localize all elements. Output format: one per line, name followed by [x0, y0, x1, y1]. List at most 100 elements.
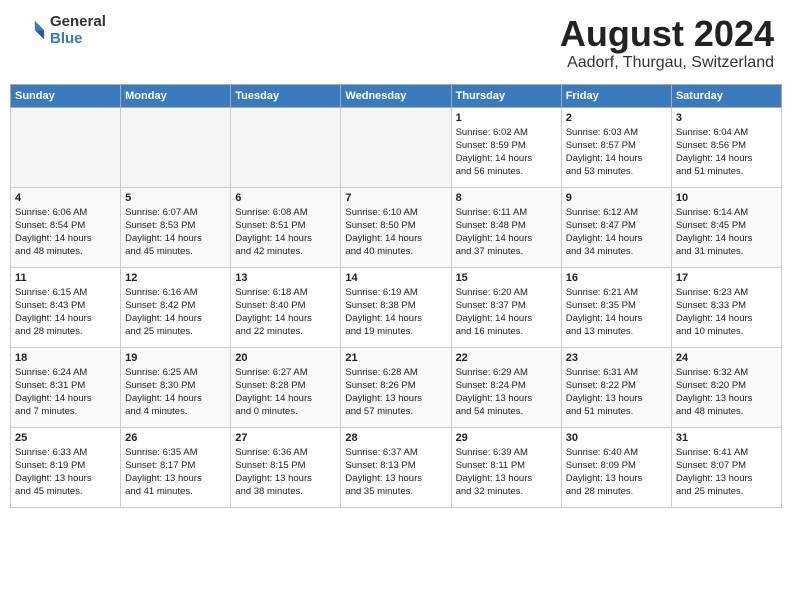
day-info: Sunrise: 6:16 AM Sunset: 8:42 PM Dayligh… — [125, 286, 226, 339]
day-header-monday: Monday — [121, 84, 231, 107]
calendar-cell: 22 Sunrise: 6:29 AM Sunset: 8:24 PM Dayli… — [451, 347, 561, 427]
day-number: 26 — [125, 432, 226, 444]
day-info: Sunrise: 6:23 AM Sunset: 8:33 PM Dayligh… — [676, 286, 777, 339]
day-number: 15 — [456, 272, 557, 284]
calendar-cell: 30 Sunrise: 6:40 AM Sunset: 8:09 PM Dayli… — [561, 427, 671, 507]
calendar-cell: 24Sunrise: 6:32 AM Sunset: 8:20 PM Dayli… — [671, 347, 781, 427]
calendar-cell — [121, 107, 231, 187]
day-info: Sunrise: 6:37 AM Sunset: 8:13 PM Dayligh… — [345, 446, 446, 499]
day-number: 5 — [125, 192, 226, 204]
calendar-cell: 25 Sunrise: 6:33 AM Sunset: 8:19 PM Dayli… — [11, 427, 121, 507]
day-info: Sunrise: 6:12 AM Sunset: 8:47 PM Dayligh… — [566, 206, 667, 259]
calendar-header-row: SundayMondayTuesdayWednesdayThursdayFrid… — [11, 84, 782, 107]
calendar-cell: 28 Sunrise: 6:37 AM Sunset: 8:13 PM Dayli… — [341, 427, 451, 507]
logo-icon — [18, 17, 46, 45]
day-number: 22 — [456, 352, 557, 364]
page-header: General Blue August 2024 Aadorf, Thurgau… — [10, 10, 782, 76]
day-header-thursday: Thursday — [451, 84, 561, 107]
day-number: 24 — [676, 352, 777, 364]
calendar-cell: 7 Sunrise: 6:10 AM Sunset: 8:50 PM Daylig… — [341, 187, 451, 267]
calendar-cell: 29 Sunrise: 6:39 AM Sunset: 8:11 PM Dayli… — [451, 427, 561, 507]
day-info: Sunrise: 6:06 AM Sunset: 8:54 PM Dayligh… — [15, 206, 116, 259]
day-info: Sunrise: 6:29 AM Sunset: 8:24 PM Dayligh… — [456, 366, 557, 419]
calendar-cell: 16 Sunrise: 6:21 AM Sunset: 8:35 PM Dayli… — [561, 267, 671, 347]
day-info: Sunrise: 6:18 AM Sunset: 8:40 PM Dayligh… — [235, 286, 336, 339]
day-info: Sunrise: 6:41 AM Sunset: 8:07 PM Dayligh… — [676, 446, 777, 499]
day-number: 10 — [676, 192, 777, 204]
day-number: 2 — [566, 112, 667, 124]
title-block: August 2024 Aadorf, Thurgau, Switzerland — [560, 14, 774, 72]
day-info: Sunrise: 6:20 AM Sunset: 8:37 PM Dayligh… — [456, 286, 557, 339]
logo-general-text: General — [50, 14, 106, 31]
day-info: Sunrise: 6:15 AM Sunset: 8:43 PM Dayligh… — [15, 286, 116, 339]
calendar-cell: 21Sunrise: 6:28 AM Sunset: 8:26 PM Dayli… — [341, 347, 451, 427]
day-number: 13 — [235, 272, 336, 284]
day-header-saturday: Saturday — [671, 84, 781, 107]
logo-blue-text: Blue — [50, 31, 106, 48]
day-info: Sunrise: 6:11 AM Sunset: 8:48 PM Dayligh… — [456, 206, 557, 259]
calendar-cell: 13 Sunrise: 6:18 AM Sunset: 8:40 PM Dayli… — [231, 267, 341, 347]
day-info: Sunrise: 6:07 AM Sunset: 8:53 PM Dayligh… — [125, 206, 226, 259]
day-number: 1 — [456, 112, 557, 124]
calendar-cell — [11, 107, 121, 187]
day-number: 14 — [345, 272, 446, 284]
calendar-cell: 26 Sunrise: 6:35 AM Sunset: 8:17 PM Dayli… — [121, 427, 231, 507]
day-header-friday: Friday — [561, 84, 671, 107]
day-info: Sunrise: 6:28 AM Sunset: 8:26 PM Dayligh… — [345, 366, 446, 419]
day-info: Sunrise: 6:35 AM Sunset: 8:17 PM Dayligh… — [125, 446, 226, 499]
calendar-cell: 23 Sunrise: 6:31 AM Sunset: 8:22 PM Dayli… — [561, 347, 671, 427]
day-number: 20 — [235, 352, 336, 364]
calendar-week-3: 11Sunrise: 6:15 AM Sunset: 8:43 PM Dayli… — [11, 267, 782, 347]
day-info: Sunrise: 6:10 AM Sunset: 8:50 PM Dayligh… — [345, 206, 446, 259]
calendar-week-5: 25 Sunrise: 6:33 AM Sunset: 8:19 PM Dayli… — [11, 427, 782, 507]
day-info: Sunrise: 6:39 AM Sunset: 8:11 PM Dayligh… — [456, 446, 557, 499]
day-number: 16 — [566, 272, 667, 284]
calendar-cell: 6 Sunrise: 6:08 AM Sunset: 8:51 PM Daylig… — [231, 187, 341, 267]
month-title: August 2024 — [560, 14, 774, 54]
day-info: Sunrise: 6:21 AM Sunset: 8:35 PM Dayligh… — [566, 286, 667, 339]
calendar-cell: 8 Sunrise: 6:11 AM Sunset: 8:48 PM Daylig… — [451, 187, 561, 267]
calendar-cell: 19Sunrise: 6:25 AM Sunset: 8:30 PM Dayli… — [121, 347, 231, 427]
day-info: Sunrise: 6:03 AM Sunset: 8:57 PM Dayligh… — [566, 126, 667, 179]
day-number: 25 — [15, 432, 116, 444]
calendar-cell: 9 Sunrise: 6:12 AM Sunset: 8:47 PM Daylig… — [561, 187, 671, 267]
day-info: Sunrise: 6:04 AM Sunset: 8:56 PM Dayligh… — [676, 126, 777, 179]
day-number: 12 — [125, 272, 226, 284]
calendar-cell — [231, 107, 341, 187]
day-info: Sunrise: 6:36 AM Sunset: 8:15 PM Dayligh… — [235, 446, 336, 499]
day-number: 6 — [235, 192, 336, 204]
calendar-cell: 4Sunrise: 6:06 AM Sunset: 8:54 PM Daylig… — [11, 187, 121, 267]
day-number: 7 — [345, 192, 446, 204]
day-number: 9 — [566, 192, 667, 204]
day-number: 18 — [15, 352, 116, 364]
calendar-week-4: 18Sunrise: 6:24 AM Sunset: 8:31 PM Dayli… — [11, 347, 782, 427]
calendar-cell: 17Sunrise: 6:23 AM Sunset: 8:33 PM Dayli… — [671, 267, 781, 347]
calendar-cell: 2 Sunrise: 6:03 AM Sunset: 8:57 PM Daylig… — [561, 107, 671, 187]
day-info: Sunrise: 6:27 AM Sunset: 8:28 PM Dayligh… — [235, 366, 336, 419]
day-info: Sunrise: 6:33 AM Sunset: 8:19 PM Dayligh… — [15, 446, 116, 499]
location-title: Aadorf, Thurgau, Switzerland — [560, 54, 774, 72]
day-number: 27 — [235, 432, 336, 444]
day-header-tuesday: Tuesday — [231, 84, 341, 107]
calendar-cell: 18Sunrise: 6:24 AM Sunset: 8:31 PM Dayli… — [11, 347, 121, 427]
day-number: 28 — [345, 432, 446, 444]
day-info: Sunrise: 6:40 AM Sunset: 8:09 PM Dayligh… — [566, 446, 667, 499]
day-number: 29 — [456, 432, 557, 444]
day-number: 3 — [676, 112, 777, 124]
day-info: Sunrise: 6:14 AM Sunset: 8:45 PM Dayligh… — [676, 206, 777, 259]
day-header-wednesday: Wednesday — [341, 84, 451, 107]
calendar-week-2: 4Sunrise: 6:06 AM Sunset: 8:54 PM Daylig… — [11, 187, 782, 267]
logo: General Blue — [18, 14, 106, 47]
calendar-cell: 11Sunrise: 6:15 AM Sunset: 8:43 PM Dayli… — [11, 267, 121, 347]
day-info: Sunrise: 6:08 AM Sunset: 8:51 PM Dayligh… — [235, 206, 336, 259]
day-info: Sunrise: 6:19 AM Sunset: 8:38 PM Dayligh… — [345, 286, 446, 339]
day-number: 30 — [566, 432, 667, 444]
calendar-cell: 1Sunrise: 6:02 AM Sunset: 8:59 PM Daylig… — [451, 107, 561, 187]
day-number: 23 — [566, 352, 667, 364]
day-number: 8 — [456, 192, 557, 204]
day-number: 19 — [125, 352, 226, 364]
day-info: Sunrise: 6:31 AM Sunset: 8:22 PM Dayligh… — [566, 366, 667, 419]
calendar-cell: 20 Sunrise: 6:27 AM Sunset: 8:28 PM Dayli… — [231, 347, 341, 427]
calendar-cell: 5 Sunrise: 6:07 AM Sunset: 8:53 PM Daylig… — [121, 187, 231, 267]
calendar-cell: 10 Sunrise: 6:14 AM Sunset: 8:45 PM Dayli… — [671, 187, 781, 267]
